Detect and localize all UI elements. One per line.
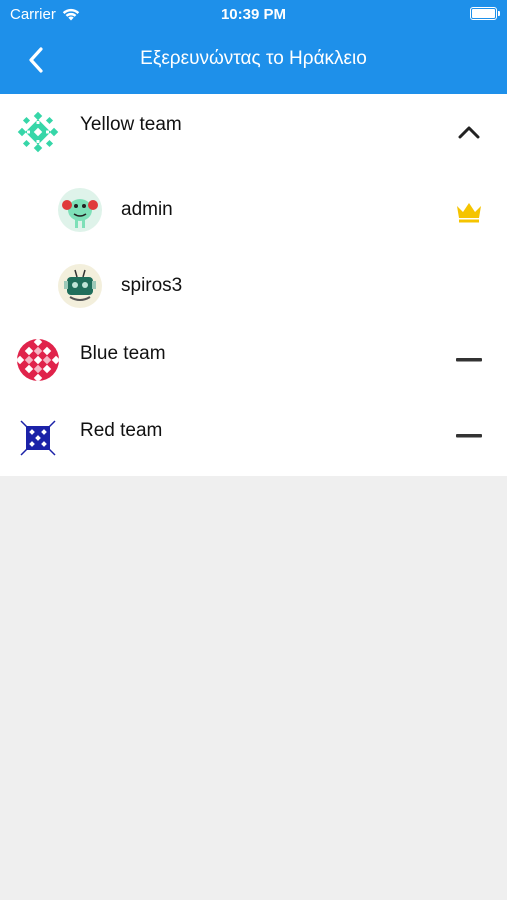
team-row-blue[interactable]: Blue team xyxy=(0,326,507,402)
member-row-spiros3[interactable]: spiros3 xyxy=(0,250,507,326)
avatar xyxy=(58,188,102,232)
red-team-icon xyxy=(20,420,56,456)
expand-toggle[interactable] xyxy=(453,420,485,452)
team-name: Red team xyxy=(80,420,163,441)
team-row-yellow[interactable]: Yellow team xyxy=(0,94,507,174)
crown-icon xyxy=(457,203,481,223)
app-header: Carrier 10:39 PM Εξερευνώντας το Ηράκλει… xyxy=(0,0,507,94)
minus-icon xyxy=(456,358,482,362)
team-name: Blue team xyxy=(80,343,166,364)
team-row-red[interactable]: Red team xyxy=(0,402,507,476)
collapse-toggle[interactable] xyxy=(453,116,485,148)
page-title: Εξερευνώντας το Ηράκλειο xyxy=(140,48,367,69)
battery-icon xyxy=(470,7,500,20)
blue-team-icon xyxy=(17,339,59,381)
team-list: Yellow team admin spiros3 Blue team Red … xyxy=(0,94,507,476)
avatar xyxy=(58,264,102,308)
status-bar: Carrier 10:39 PM xyxy=(0,0,507,30)
status-time: 10:39 PM xyxy=(220,6,287,23)
yellow-team-icon xyxy=(17,111,59,153)
chevron-up-icon xyxy=(458,126,480,139)
minus-icon xyxy=(456,434,482,438)
expand-toggle[interactable] xyxy=(453,344,485,376)
member-name: admin xyxy=(121,199,173,220)
navigation-bar: Εξερευνώντας το Ηράκλειο xyxy=(0,30,507,94)
member-name: spiros3 xyxy=(121,275,183,296)
leader-badge xyxy=(453,196,485,228)
member-row-admin[interactable]: admin xyxy=(0,174,507,250)
team-name: Yellow team xyxy=(80,114,182,135)
